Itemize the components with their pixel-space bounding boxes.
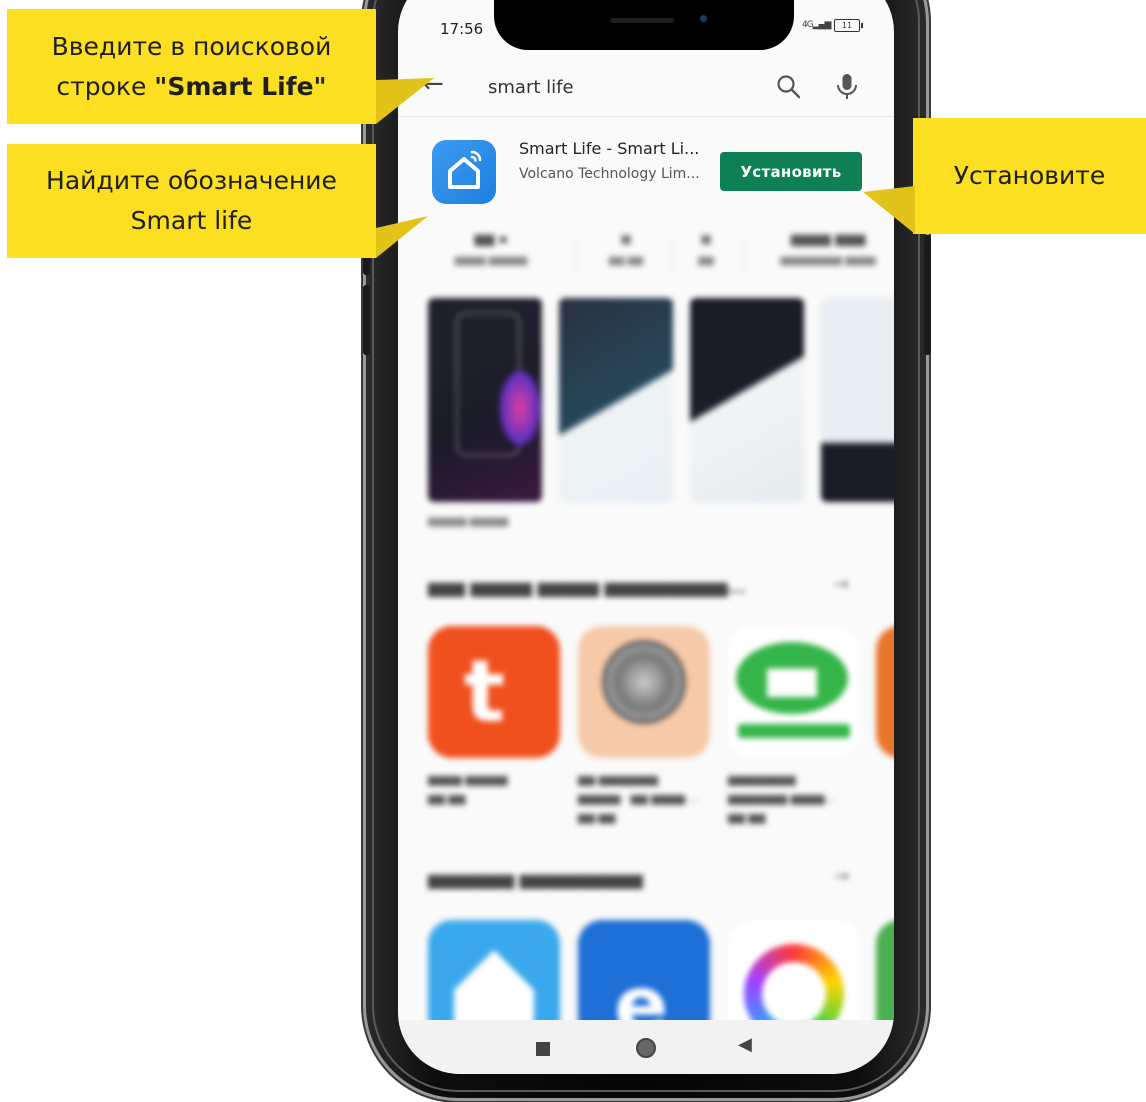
search-icon[interactable] <box>774 72 804 102</box>
rec-app-text: ▆▆-▆▆▆▆▆▆▆ ▆▆▆▆▆ · ▆▆ ▆▆▆▆ ... ▆▆ ▆▆ <box>578 773 700 824</box>
rec-app-text: ▆▆▆▆▆▆▆▆ ▆▆▆▆▆▆▆ ▆▆▆▆... ▆▆ ▆▆ <box>728 773 836 824</box>
callout-pointer <box>863 186 915 234</box>
signal-icon: 4G▂▄▆ <box>802 20 831 30</box>
system-nav-bar: ◀ <box>398 1020 894 1074</box>
status-time: 17:56 <box>440 20 484 38</box>
rec-app-tile[interactable] <box>876 626 894 758</box>
app-stats: ▆▆ ▪ ▆▆▆▆ ▆▆▆▆▆ ▣ ▆▆ ▆▆ ▣ ▆▆ ▆▆▆▆ ▆▆▆ ▆▆▆▆▆▆… <box>426 232 894 282</box>
callout-install: Установите <box>913 118 1146 234</box>
arrow-right-icon[interactable]: → <box>834 574 849 595</box>
callout-find-line2: Smart life <box>130 206 253 235</box>
mic-icon[interactable] <box>832 70 862 104</box>
callout-search: Введите в поисковой строке "Smart Life" <box>7 9 376 124</box>
app-name[interactable]: Smart Life - Smart Li... <box>519 139 699 158</box>
rec-app-text: ▆▆▆▆ ▆▆▆▆▆ ▆▆ ▆▆ <box>428 773 508 805</box>
arrow-right-icon[interactable]: → <box>834 866 849 887</box>
callout-find-line1: Найдите обозначение <box>46 166 337 195</box>
front-camera <box>700 15 707 22</box>
square-icon[interactable] <box>536 1042 550 1056</box>
install-button[interactable]: Установить <box>720 152 862 191</box>
status-icons: 4G▂▄▆ 11 <box>802 19 863 32</box>
size-stat: ▣ ▆▆ ▆▆ <box>609 232 643 266</box>
rec-app-tile[interactable]: ▆▆ <box>728 626 860 758</box>
section-title-similar[interactable]: ▆▆▆▆▆▆▆ ▆▆▆▆▆▆▆▆▆▆ <box>428 870 643 889</box>
callout-search-line1: Введите в поисковой <box>51 31 332 61</box>
search-bar: ← smart life <box>398 60 894 117</box>
callout-search-prefix: строке <box>56 71 155 101</box>
signal-label: 4G <box>802 20 814 30</box>
battery-icon: 11 <box>834 19 863 32</box>
callout-pointer <box>376 216 428 258</box>
screenshot-3[interactable] <box>690 298 804 502</box>
circle-icon[interactable] <box>636 1038 656 1058</box>
notch <box>494 0 794 50</box>
power-button <box>924 235 931 355</box>
triangle-back-icon[interactable]: ◀ <box>738 1034 752 1055</box>
callout-search-bold: "Smart Life" <box>154 71 327 101</box>
callout-install-text: Установите <box>953 161 1106 190</box>
app-developer[interactable]: Volcano Technology Lim... <box>519 166 700 182</box>
volume-button <box>363 285 370 355</box>
screenshot-4[interactable] <box>821 298 894 502</box>
search-input[interactable]: smart life <box>488 77 574 98</box>
screenshot-1[interactable] <box>428 298 542 502</box>
callout-find: Найдите обозначение Smart life <box>7 144 376 258</box>
screenshot-2[interactable] <box>559 298 673 502</box>
rec-app-tile[interactable]: t <box>428 626 560 758</box>
callout-search-line2: строке "Smart Life" <box>7 67 376 107</box>
callout-pointer <box>376 78 434 124</box>
screenshots-caption: ▆▆▆▆▆ ▆▆▆▆▆ <box>428 516 509 527</box>
rec-app-tile[interactable] <box>578 626 710 758</box>
section-title-recommended[interactable]: ▆▆▆ ▆▆▆▆▆ ▆▆▆▆▆ ▆▆▆▆▆▆▆▆▆▆... <box>428 578 746 597</box>
smart-home-icon[interactable] <box>432 140 496 204</box>
phone-screen: 17:56 4G▂▄▆ 11 ← smart life Smart Life -… <box>398 0 894 1074</box>
speaker <box>610 18 674 23</box>
age-stat: ▣ ▆▆ <box>698 232 714 266</box>
downloads-stat: ▆▆▆▆ ▆▆▆ ▆▆▆▆▆▆▆▆ ▆▆▆▆ <box>780 232 876 266</box>
rating-stat: ▆▆ ▪ ▆▆▆▆ ▆▆▆▆▆ <box>454 232 528 266</box>
